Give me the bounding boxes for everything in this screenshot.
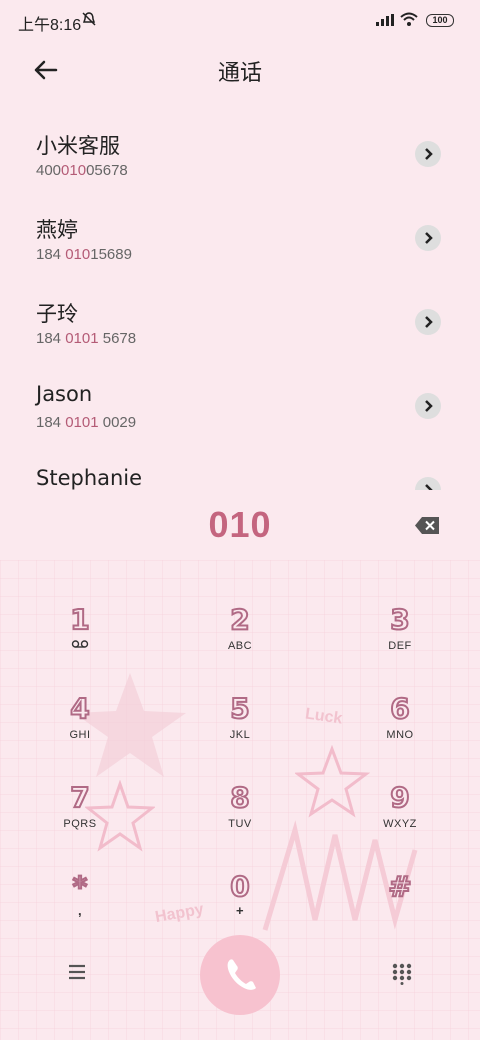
wifi-icon <box>400 12 418 26</box>
key-2[interactable]: 2 ABC <box>180 603 300 676</box>
call-button[interactable] <box>200 935 280 1015</box>
contact-name: 小米客服 <box>36 134 120 158</box>
chevron-right-icon[interactable] <box>415 225 441 251</box>
key-digit: 9 <box>389 781 410 815</box>
menu-icon[interactable] <box>64 962 90 982</box>
key-digit: # <box>387 870 412 904</box>
key-digit: 8 <box>229 781 250 815</box>
page-title: 通话 <box>217 61 262 86</box>
key-digit: 3 <box>389 603 410 637</box>
key-digit: 5 <box>229 692 250 726</box>
chevron-right-icon[interactable] <box>415 477 441 490</box>
key-1[interactable]: 1 <box>20 603 140 676</box>
dialpad-icon[interactable] <box>392 963 412 985</box>
key-5[interactable]: 5 JKL <box>180 692 300 765</box>
contact-row[interactable]: Stephanie <box>0 448 480 490</box>
contact-name: Jason <box>36 382 93 406</box>
contact-name: 燕婷 <box>36 218 78 242</box>
status-time: 上午8:16 <box>18 17 82 34</box>
key-letters: + <box>235 903 245 918</box>
status-bar: 上午8:16 100 <box>0 0 480 40</box>
key-digit: 0 <box>229 870 250 904</box>
key-letters: DEF <box>388 640 412 652</box>
voicemail-icon <box>71 640 89 648</box>
contact-row[interactable]: 小米客服 40001005678 <box>0 112 480 196</box>
key-letters: TUV <box>228 818 252 830</box>
key-digit: 7 <box>69 781 90 815</box>
contact-number: 184 0101 0029 <box>36 414 137 431</box>
contact-row[interactable]: 子玲 184 0101 5678 <box>0 280 480 364</box>
key-star[interactable]: * , <box>20 870 140 943</box>
battery-icon: 100 <box>426 14 454 27</box>
key-letters: GHI <box>69 729 91 741</box>
key-letters: MNO <box>386 729 414 741</box>
key-hash[interactable]: # <box>340 870 460 943</box>
contact-number: 184 0101 5678 <box>36 330 137 347</box>
key-letters: , <box>77 903 83 918</box>
key-digit: 6 <box>389 692 410 726</box>
key-letters: WXYZ <box>383 818 417 830</box>
key-9[interactable]: 9 WXYZ <box>340 781 460 854</box>
key-digit: 4 <box>69 692 90 726</box>
key-3[interactable]: 3 DEF <box>340 603 460 676</box>
key-letters: PQRS <box>63 818 97 830</box>
phone-icon <box>227 959 256 990</box>
key-4[interactable]: 4 GHI <box>20 692 140 765</box>
key-8[interactable]: 8 TUV <box>180 781 300 854</box>
contact-number: 184 01015689 <box>36 246 132 263</box>
dnd-icon <box>82 12 96 26</box>
contact-row[interactable]: Jason 184 0101 0029 <box>0 364 480 448</box>
backspace-icon[interactable] <box>415 517 439 534</box>
chevron-right-icon[interactable] <box>415 141 441 167</box>
key-7[interactable]: 7 PQRS <box>20 781 140 854</box>
key-0[interactable]: 0 + <box>180 870 300 943</box>
signal-icon <box>376 14 394 26</box>
chevron-right-icon[interactable] <box>415 393 441 419</box>
contact-row[interactable]: 燕婷 184 01015689 <box>0 196 480 280</box>
dialed-number: 010 <box>208 504 272 545</box>
key-6[interactable]: 6 MNO <box>340 692 460 765</box>
key-letters: ABC <box>227 640 253 652</box>
contact-number: 40001005678 <box>36 162 128 179</box>
key-letters: JKL <box>229 729 251 741</box>
chevron-right-icon[interactable] <box>415 309 441 335</box>
key-digit: 2 <box>229 603 250 637</box>
contact-list: 小米客服 40001005678 燕婷 184 01015689 子玲 184 … <box>0 112 480 490</box>
contact-name: 子玲 <box>36 302 78 326</box>
key-digit: 1 <box>69 603 90 637</box>
key-digit: * <box>72 870 89 904</box>
contact-name: Stephanie <box>36 466 143 490</box>
